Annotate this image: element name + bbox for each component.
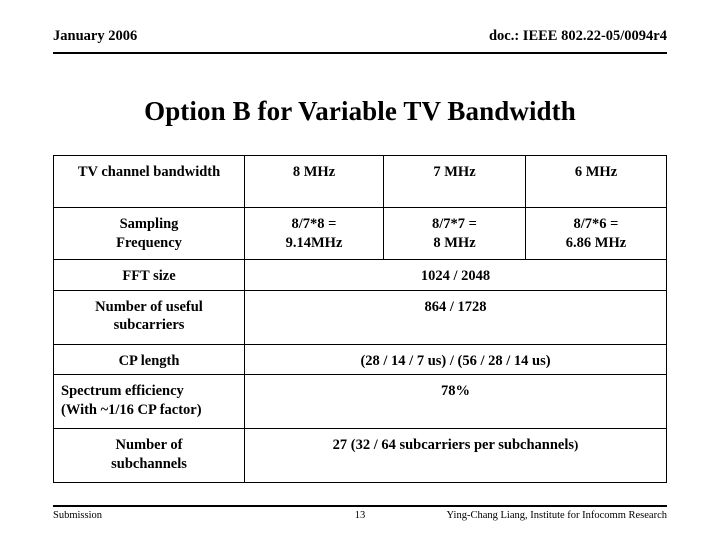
cell-line1: 8/7*8 = [291, 216, 337, 232]
row-label-line1: Sampling [119, 216, 179, 232]
table-row: Number of subchannels 27 (32 / 64 subcar… [53, 428, 667, 484]
row-label-number-of-subchannels: Number of subchannels [53, 428, 245, 484]
cell-number-of-subchannels-value: 27 (32 / 64 subcarriers per subchannels) [244, 428, 667, 484]
cell-line1: 8/7*7 = [432, 216, 477, 232]
table-row: Number of useful subcarriers 864 / 1728 [53, 289, 667, 345]
cell-line2: 8 MHz [433, 234, 476, 251]
row-label-cp-length: CP length [53, 343, 245, 376]
table-header-cell-6mhz: 6 MHz [525, 155, 667, 208]
table-row: FFT size 1024 / 2048 [53, 259, 667, 291]
cell-line1: 8/7*6 = [573, 216, 619, 232]
row-label-useful-subcarriers: Number of useful subcarriers [53, 289, 245, 345]
cell-cp-length-value: (28 / 14 / 7 us) / (56 / 28 / 14 us) [244, 343, 667, 376]
footer-author-affiliation: Ying-Chang Liang, Institute for Infocomm… [446, 510, 667, 521]
row-label-line1: Spectrum efficiency [61, 383, 184, 400]
row-label-line2: Frequency [116, 234, 182, 251]
header-doc-number: doc.: IEEE 802.22-05/0094r4 [488, 28, 667, 44]
cell-line2: 9.14MHz [285, 234, 343, 251]
table-header-cell-7mhz: 7 MHz [383, 155, 526, 208]
cell-value-tail: ) [574, 437, 579, 453]
row-label-line1: Number of useful [95, 298, 203, 315]
cell-sampling-6mhz: 8/7*6 = 6.86 MHz [525, 207, 667, 260]
cell-line2: 6.86 MHz [565, 234, 627, 251]
row-label-line2: (With ~1/16 CP factor) [61, 401, 202, 418]
cell-sampling-8mhz: 8/7*8 = 9.14MHz [244, 207, 384, 260]
table-row: CP length (28 / 14 / 7 us) / (56 / 28 / … [53, 343, 667, 376]
cell-spectrum-efficiency-value: 78% [244, 374, 667, 430]
row-label-line2: subchannels [111, 455, 187, 472]
table-header-cell-parameter: TV channel bandwidth [53, 155, 245, 208]
cell-useful-subcarriers-value: 864 / 1728 [244, 289, 667, 345]
slide-footer: Submission 13 Ying-Chang Liang, Institut… [53, 505, 667, 527]
table-row: Spectrum efficiency (With ~1/16 CP facto… [53, 374, 667, 430]
row-label-line2: subcarriers [113, 317, 185, 334]
header-date: January 2006 [53, 28, 138, 44]
cell-value-main: 27 (32 / 64 subcarriers per subchannels [332, 437, 575, 454]
row-label-sampling-frequency: Sampling Frequency [53, 207, 245, 260]
table-row: Sampling Frequency 8/7*8 = 9.14MHz 8/7*7… [53, 207, 667, 260]
cell-fft-size-value: 1024 / 2048 [244, 259, 667, 291]
table-header-row: TV channel bandwidth 8 MHz 7 MHz 6 MHz [53, 155, 667, 208]
row-label-spectrum-efficiency: Spectrum efficiency (With ~1/16 CP facto… [53, 374, 245, 430]
table-header-cell-8mhz: 8 MHz [244, 155, 384, 208]
slide-header: January 2006 doc.: IEEE 802.22-05/0094r4 [53, 28, 667, 54]
cell-sampling-7mhz: 8/7*7 = 8 MHz [383, 207, 526, 260]
page-title: Option B for Variable TV Bandwidth [144, 96, 576, 126]
row-label-fft-size: FFT size [53, 259, 245, 291]
row-label-line1: Number of [115, 437, 183, 454]
tv-bandwidth-spec-table: TV channel bandwidth 8 MHz 7 MHz 6 MHz S… [53, 155, 667, 484]
